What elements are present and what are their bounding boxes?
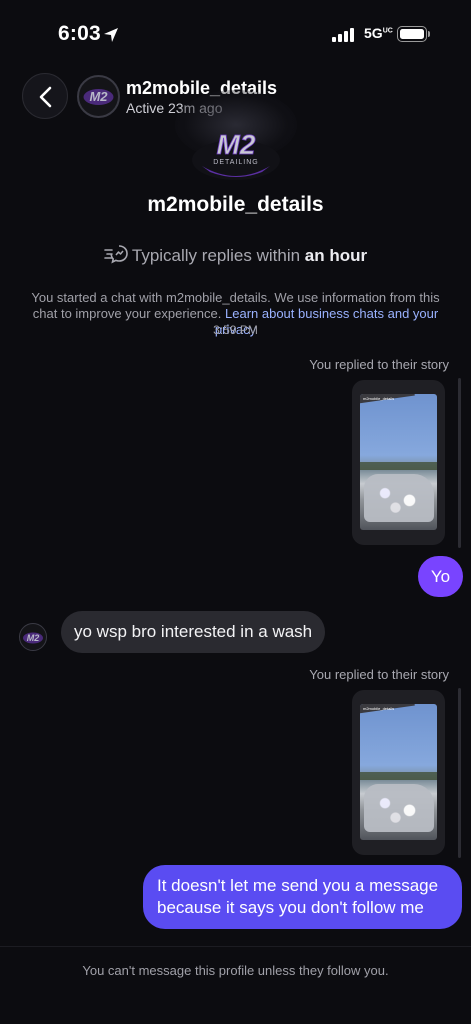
back-button[interactable] [22, 73, 68, 119]
avatar[interactable]: M2 [77, 75, 120, 118]
footer-divider [0, 946, 471, 947]
svg-text:M2: M2 [217, 129, 256, 160]
svg-text:M2: M2 [89, 89, 108, 104]
profile-name: m2mobile_details [147, 193, 324, 216]
reply-time-notice: Typically replies within an hour [0, 244, 471, 266]
incoming-message-bubble[interactable]: yo wsp bro interested in a wash [61, 611, 326, 653]
messaging-restriction-notice: You can't message this profile unless th… [82, 963, 389, 978]
battery-icon [397, 26, 430, 42]
profile-logo[interactable]: M2 DETAILING [188, 120, 284, 184]
story-reply-label: You replied to their story [309, 667, 449, 682]
network-indicator: 5GUC [364, 25, 393, 41]
outgoing-message-bubble[interactable]: It doesn't let me send you a message bec… [143, 865, 462, 929]
back-chevron-icon [39, 86, 52, 108]
story-reply-label: You replied to their story [309, 357, 449, 372]
svg-text:DETAILING: DETAILING [213, 159, 258, 166]
signal-bars-icon [332, 28, 356, 42]
svg-text:M2: M2 [27, 633, 40, 643]
sender-avatar[interactable]: M2 [19, 623, 47, 651]
location-arrow-icon [104, 28, 118, 42]
status-time: 6:03 [58, 22, 101, 45]
story-thumbnail[interactable]: m2mobile_details [352, 380, 445, 545]
outgoing-message-bubble[interactable]: Yo [418, 556, 463, 597]
story-scroll-indicator [458, 378, 461, 548]
story-thumbnail[interactable]: m2mobile_details [352, 690, 445, 855]
message-timestamp: 3:59 PM [213, 323, 258, 337]
fast-reply-icon [104, 245, 128, 264]
story-scroll-indicator [458, 688, 461, 858]
